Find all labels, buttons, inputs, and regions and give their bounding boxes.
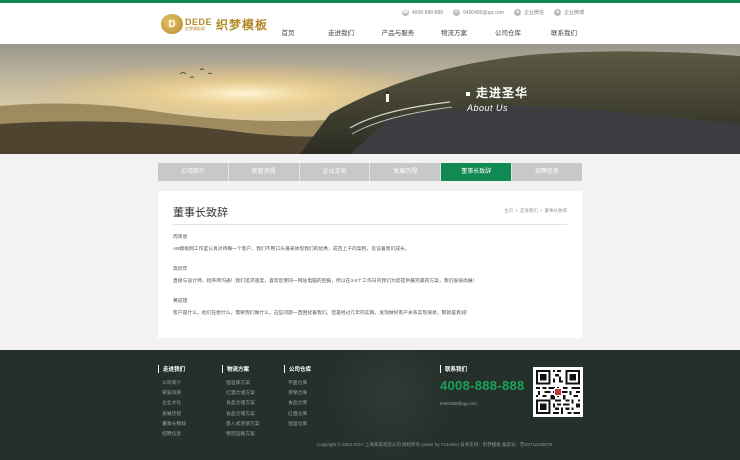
footer-contact-title: 联系我们 [440, 365, 467, 373]
breadcrumb: 主页 > 走进我们 > 董事长致辞 [504, 208, 568, 213]
footer-contact: 联系我们 [440, 365, 467, 379]
footer-link[interactable]: 招聘信息 [162, 430, 186, 440]
breadcrumb-current: 董事长致辞 [544, 208, 568, 213]
page-title: 董事长致辞 [173, 207, 228, 219]
footer-link[interactable]: 公司简介 [162, 379, 186, 389]
banner-subtitle: About Us [467, 103, 509, 113]
footer-link[interactable]: 物流运输方案 [226, 430, 260, 440]
logo-badge-icon: D [161, 14, 183, 34]
wechat-icon: ● [513, 9, 521, 16]
footer-link[interactable]: 恒温仓库 [288, 420, 311, 430]
main-nav: 首页 走进我们 产品与服务 物流方案 公司仓库 联系我们 [262, 27, 592, 37]
nav-item-products[interactable]: 产品与服务 [368, 27, 428, 37]
footer-link[interactable]: 红酒仓储方案 [226, 389, 260, 399]
footer-link[interactable]: 食品仓储方案 [226, 399, 260, 409]
nav-item-home[interactable]: 首页 [262, 27, 314, 37]
weibo-icon: ● [553, 9, 561, 16]
speaker-name: 高欣年 [173, 267, 188, 272]
content-panel: 董事长致辞 主页 > 走进我们 > 董事长致辞 周贤星 AB模板网工作室认真对待每一个客… [158, 191, 582, 338]
footer-link[interactable]: 货架仓库 [288, 389, 311, 399]
speaker-name: 黄成璞 [173, 299, 188, 304]
header-weibo[interactable]: 企业微博 [564, 9, 584, 16]
nav-item-logistics[interactable]: 物流方案 [428, 27, 480, 37]
speech-text: 直接与设计师、程序师沟通！我们追求速度，喜欢您受同一网站电脑的回报，所以在3-5… [173, 279, 478, 284]
tab-chairman-speech[interactable]: 董事长致辞 [441, 163, 513, 181]
footer-column-title: 走进我们 [158, 365, 186, 373]
footer-column-title: 公司仓库 [284, 365, 311, 373]
email-icon: ✉ [453, 9, 461, 16]
section-tabs: 公司简介 荣誉资质 企业文化 发展历程 董事长致辞 招聘信息 [158, 163, 582, 181]
header-email[interactable]: 9490489@qq.com [463, 10, 504, 16]
footer-email[interactable]: 9490489@qq.com [440, 401, 477, 406]
logo-cn: 织梦模板 [216, 17, 269, 32]
tab-recruitment[interactable]: 招聘信息 [512, 163, 582, 181]
qr-code-icon [533, 367, 583, 417]
footer-phone: 4008-888-888 [440, 378, 525, 393]
footer-link[interactable]: 恒温库方案 [226, 379, 260, 389]
footer-link[interactable]: 董事长致辞 [162, 420, 186, 430]
tab-honors[interactable]: 荣誉资质 [228, 163, 300, 181]
site-logo[interactable]: D DEDE 织梦模板网 织梦模板 [161, 13, 268, 35]
footer-column-title: 物流方案 [222, 365, 260, 373]
nav-item-contact[interactable]: 联系我们 [536, 27, 592, 37]
nav-item-about[interactable]: 走进我们 [314, 27, 368, 37]
footer-column-about: 走进我们 公司简介 荣誉资质 企业文化 发展历程 董事长致辞 招聘信息 [158, 365, 186, 440]
breadcrumb-home[interactable]: 主页 [504, 208, 513, 213]
speech-paragraph: 周贤星 AB模板网工作室认真对待每一个客户，我们不用口头语来体现我们的优秀，成百… [173, 232, 567, 256]
speaker-name: 周贤星 [173, 235, 188, 240]
tab-culture[interactable]: 企业文化 [299, 163, 371, 181]
site-footer: 走进我们 公司简介 荣誉资质 企业文化 发展历程 董事长致辞 招聘信息 物流方案… [0, 350, 740, 460]
speech-paragraph: 高欣年 直接与设计师、程序师沟通！我们追求速度，喜欢您受同一网站电脑的回报，所以… [173, 264, 567, 288]
speech-text: AB模板网工作室认真对待每一个客户，我们不用口头语来体现我们的优秀，成百上千的案… [173, 247, 410, 252]
header-phone: 4008-888-888 [411, 9, 444, 16]
banner-landscape-image [0, 44, 740, 154]
title-divider [173, 224, 567, 225]
copyright-text: Copyright © 2002-2017 上海某某商贸公司 版权所有 powe… [317, 442, 553, 447]
footer-link[interactable]: 量入式货架方案 [226, 420, 260, 430]
speech-text: 客户是什么，他们在想什么，需要我们做什么，这些问题一直困扰着我们。但是经过几年的… [173, 311, 471, 316]
footer-link[interactable]: 发展历程 [162, 410, 186, 420]
phone-icon: ☎ [401, 9, 409, 16]
footer-column-logistics: 物流方案 恒温库方案 红酒仓储方案 食品仓储方案 食品仓储方案 量入式货架方案 … [222, 365, 260, 440]
footer-link[interactable]: 食品仓库 [288, 399, 311, 409]
speech-paragraph: 黄成璞 客户是什么，他们在想什么，需要我们做什么，这些问题一直困扰着我们。但是经… [173, 296, 567, 320]
tab-history[interactable]: 发展历程 [370, 163, 442, 181]
banner-title: 走进圣华 [466, 84, 528, 101]
hero-banner: 走进圣华 About Us [0, 44, 740, 154]
site-header: D DEDE 织梦模板网 织梦模板 ☎ 4008-888-888 ✉ 9490489… [0, 3, 740, 44]
header-contact: ☎ 4008-888-888 ✉ 9490489@qq.com ● 企业微信 ● 企业微… [401, 9, 584, 16]
footer-link[interactable]: 企业文化 [162, 399, 186, 409]
breadcrumb-about[interactable]: 走进我们 [520, 208, 538, 213]
logo-sub: 织梦模板网 [185, 25, 205, 31]
tab-company-profile[interactable]: 公司简介 [158, 163, 229, 181]
header-wechat[interactable]: 企业微信 [524, 9, 544, 16]
footer-column-warehouse: 公司仓库 平面仓库 货架仓库 食品仓库 红酒仓库 恒温仓库 [284, 365, 311, 430]
nav-item-warehouse[interactable]: 公司仓库 [480, 27, 536, 37]
footer-link[interactable]: 红酒仓库 [288, 410, 311, 420]
bullet-icon [466, 91, 470, 96]
footer-link[interactable]: 荣誉资质 [162, 389, 186, 399]
footer-link[interactable]: 食品仓储方案 [226, 410, 260, 420]
footer-link[interactable]: 平面仓库 [288, 379, 311, 389]
